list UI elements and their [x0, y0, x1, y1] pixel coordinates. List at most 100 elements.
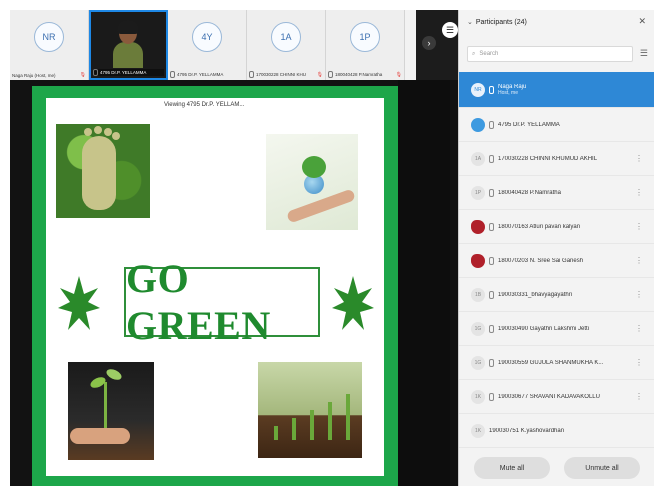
mic-icon	[489, 358, 494, 367]
list-item[interactable]: NR Naga Raju Host, me	[459, 72, 654, 108]
close-icon[interactable]: ✕	[638, 16, 646, 27]
mic-icon	[489, 324, 494, 333]
video-tile[interactable]: 1P 180040428 P.Namratha 🎙	[326, 10, 405, 80]
mic-icon	[489, 222, 494, 231]
mute-all-button[interactable]: Mute all	[474, 457, 550, 479]
video-tile-active[interactable]: 4795 Dr.P. YELLAMMA	[89, 10, 168, 80]
list-item[interactable]: 1K 190030677 SRAVANI KADAVAKOLLU ⋮	[459, 380, 654, 414]
participant-list: NR Naga Raju Host, me 4795 Dr.P. YELLAMMA…	[459, 72, 654, 448]
participant-name: 190030331_bhavyagayathri	[498, 291, 573, 298]
tile-name: 170030228 CHINNI KHU	[256, 72, 307, 77]
avatar: 4Y	[192, 22, 222, 52]
participant-name: 190030490 Gayathri Lakshmi Jetti	[498, 325, 590, 332]
avatar: 1G	[471, 355, 485, 370]
panel-header: ⌄ Participants (24)	[467, 18, 527, 26]
panel-title: Participants (24)	[475, 19, 527, 26]
list-item[interactable]: 180070203 N. Sree Sai Ganesh ⋮	[459, 244, 654, 278]
list-item[interactable]: 4795 Dr.P. YELLAMMA	[459, 108, 654, 142]
participant-video	[111, 18, 145, 68]
avatar	[471, 253, 485, 268]
more-icon[interactable]: ⋮	[635, 222, 643, 231]
title-box: GO GREEN	[124, 256, 320, 348]
avatar	[471, 117, 485, 132]
video-tile[interactable]: 1A 170030228 CHINNI KHU 🎙	[247, 10, 326, 80]
mic-icon	[249, 71, 254, 78]
participants-panel: ⌄ Participants (24) ✕ ⌕ Search ☰ NR Naga R…	[458, 10, 654, 486]
mic-icon	[489, 85, 494, 94]
shared-screen: Viewing 4795 Dr.P. YELLAM... GO GREEN	[32, 86, 398, 486]
avatar: NR	[34, 22, 64, 52]
mic-icon	[489, 290, 494, 299]
more-icon[interactable]: ⋮	[635, 188, 643, 197]
tile-name: 4795 Dr.P. YELLAMMA	[100, 70, 147, 75]
mic-icon	[489, 154, 494, 163]
list-item[interactable]: 1K 190030751 K.yashovardhan	[459, 414, 654, 448]
footprint-image	[56, 124, 150, 218]
slide-title: GO GREEN	[126, 256, 271, 348]
apps-icon[interactable]: ☰	[442, 22, 458, 38]
avatar: 1K	[471, 423, 485, 438]
leaf-icon	[58, 276, 100, 330]
mic-icon	[489, 392, 494, 401]
avatar: 1B	[471, 287, 485, 302]
list-item[interactable]: 1P 180040428 P.Namratha ⋮	[459, 176, 654, 210]
leaf-icon	[332, 276, 374, 330]
more-icon[interactable]: ⋮	[635, 392, 643, 401]
sprout-hand-image	[68, 362, 154, 460]
muted-mic-icon: 🎙	[395, 71, 402, 78]
growing-plants-image	[258, 362, 362, 458]
tile-name: Naga Raju (Host, me)	[12, 72, 56, 78]
avatar: NR	[471, 82, 485, 97]
list-item[interactable]: 1A 170030228 CHINNI KHUMUD AKHIL ⋮	[459, 142, 654, 176]
unmute-all-button[interactable]: Unmute all	[564, 457, 640, 479]
globe-hand-image	[266, 134, 358, 230]
avatar: 1P	[471, 185, 485, 200]
muted-mic-icon: 🎙	[316, 71, 323, 78]
avatar: 1P	[350, 22, 380, 52]
more-icon[interactable]: ⋮	[635, 358, 643, 367]
muted-mic-icon: 🎙	[79, 72, 86, 78]
viewing-label[interactable]: Viewing 4795 Dr.P. YELLAM...	[164, 102, 244, 108]
mic-icon	[93, 69, 98, 76]
avatar: 1G	[471, 321, 485, 336]
list-item[interactable]: 1B 190030331_bhavyagayathri ⋮	[459, 278, 654, 312]
video-tile[interactable]: 4Y 4795 Dr.P. YELLAMMA	[168, 10, 247, 80]
more-icon[interactable]: ⋮	[635, 290, 643, 299]
tile-name: 180040428 P.Namratha	[335, 72, 383, 77]
avatar: 1K	[471, 389, 485, 404]
collapse-icon[interactable]: ⌄	[467, 18, 473, 26]
participant-name: 190030751 K.yashovardhan	[489, 427, 565, 434]
video-tile[interactable]: NR Naga Raju (Host, me) 🎙	[10, 10, 89, 80]
slide: Viewing 4795 Dr.P. YELLAM... GO GREEN	[46, 98, 384, 476]
video-strip: NR Naga Raju (Host, me) 🎙 4795 Dr.P. YELL…	[10, 10, 416, 80]
panel-footer: Mute all Unmute all	[459, 450, 654, 486]
filter-icon[interactable]: ☰	[640, 48, 648, 59]
mic-icon	[170, 71, 175, 78]
mic-icon	[328, 71, 333, 78]
search-input[interactable]: ⌕ Search	[467, 46, 633, 62]
avatar: 1A	[271, 22, 301, 52]
participant-name: 180070163 Atluri pavan kalyan	[498, 223, 581, 230]
participant-name: 180070203 N. Sree Sai Ganesh	[498, 257, 584, 264]
more-icon[interactable]: ⋮	[635, 324, 643, 333]
participant-name: 190030677 SRAVANI KADAVAKOLLU	[498, 393, 600, 400]
search-icon: ⌕	[472, 50, 476, 57]
mic-icon	[489, 256, 494, 265]
participant-name: 190030559 GUJULA SHANMUKHA K...	[498, 359, 604, 366]
list-item[interactable]: 1G 190030490 Gayathri Lakshmi Jetti ⋮	[459, 312, 654, 346]
more-icon[interactable]: ⋮	[635, 154, 643, 163]
mic-icon	[489, 188, 494, 197]
mic-icon	[489, 120, 494, 129]
avatar	[471, 219, 485, 234]
next-page-icon[interactable]: ›	[422, 36, 436, 50]
participant-role: Host, me	[498, 89, 519, 96]
divider-area	[398, 80, 450, 486]
list-item[interactable]: 180070163 Atluri pavan kalyan ⋮	[459, 210, 654, 244]
avatar: 1A	[471, 151, 485, 166]
tile-name: 4795 Dr.P. YELLAMMA	[177, 72, 224, 77]
participant-name: 180040428 P.Namratha	[498, 189, 561, 196]
participant-name: 4795 Dr.P. YELLAMMA	[498, 121, 560, 128]
list-item[interactable]: 1G 190030559 GUJULA SHANMUKHA K... ⋮	[459, 346, 654, 380]
meeting-window: NR Naga Raju (Host, me) 🎙 4795 Dr.P. YELL…	[10, 10, 654, 486]
more-icon[interactable]: ⋮	[635, 256, 643, 265]
